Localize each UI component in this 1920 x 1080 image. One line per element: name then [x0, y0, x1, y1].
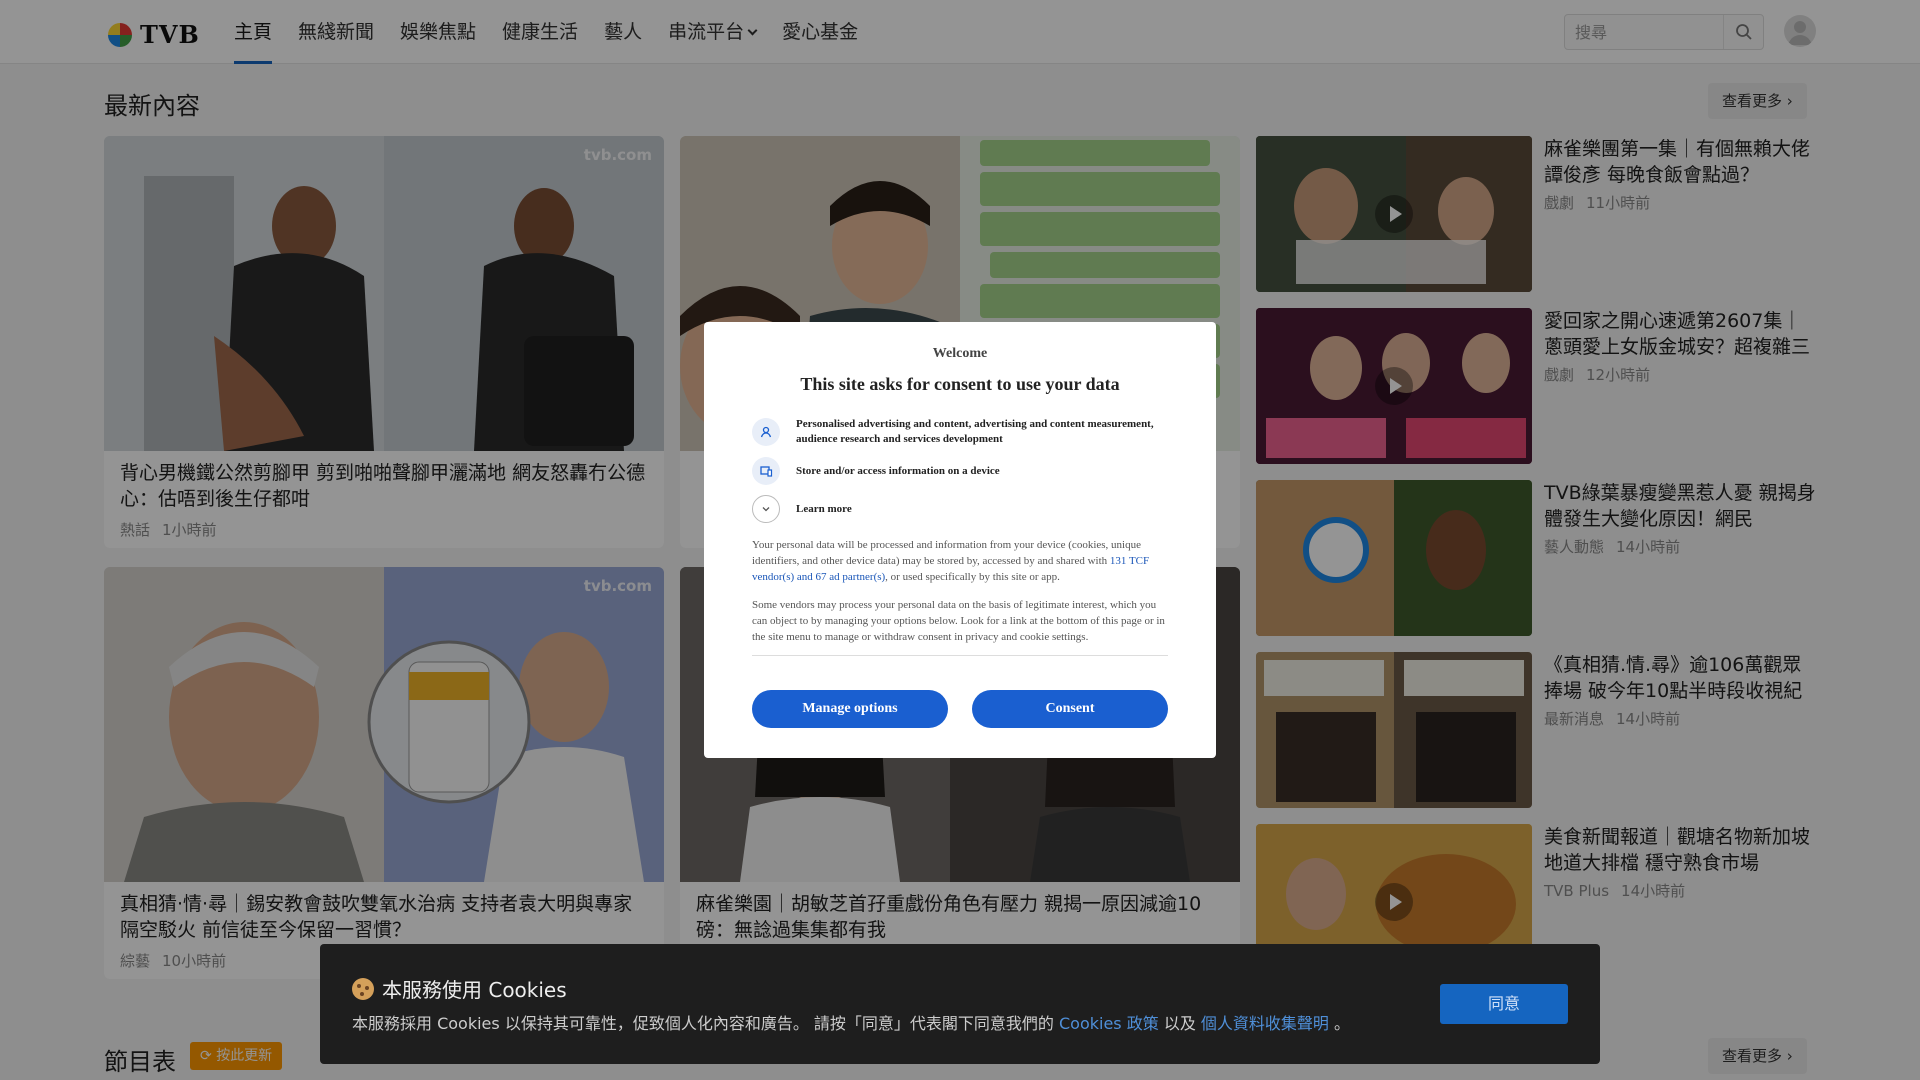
consent-welcome: Welcome [932, 346, 988, 361]
consent-dialog: Welcome This site asks for consent to us… [704, 322, 1216, 758]
cookie-banner: 本服務使用 Cookies 本服務採用 Cookies 以保持其可靠性，促致個人… [320, 944, 1600, 1064]
cookie-banner-title: 本服務使用 Cookies [352, 974, 567, 1003]
consent-purpose: Store and/or access information on a dev… [752, 457, 1168, 485]
cookies-policy-link[interactable]: Cookies 政策 [1059, 1014, 1159, 1033]
learn-more-label: Learn more [796, 502, 852, 515]
user-icon [752, 418, 780, 446]
consent-purpose-text: Store and/or access information on a dev… [796, 464, 1000, 477]
cookie-text-part: 。 [1328, 1014, 1351, 1033]
consent-purpose-text: Personalised advertising and content, ad… [796, 418, 1154, 445]
consent-button[interactable]: Consent [972, 690, 1168, 728]
cookie-text: 本服務採用 Cookies 以保持其可靠性，促致個人化內容和廣告。 請按「同意」… [352, 1010, 1350, 1034]
consent-paragraph: Some vendors may process your personal d… [752, 599, 1165, 643]
para-text: Your personal data will be processed and… [752, 539, 1141, 567]
consent-purpose: Personalised advertising and content, ad… [752, 417, 1168, 447]
device-icon [752, 457, 780, 485]
learn-more-toggle[interactable]: Learn more [752, 495, 1168, 523]
cookie-text-part: 本服務採用 Cookies 以保持其可靠性，促致個人化內容和廣告。 請按「同意」… [352, 1014, 1059, 1033]
divider [752, 655, 1168, 656]
chevron-down-icon [752, 495, 780, 523]
cookie-text-part: 以及 [1158, 1014, 1201, 1033]
para-text: , or used specifically by this site or a… [885, 571, 1060, 583]
privacy-statement-link[interactable]: 個人資料收集聲明 [1201, 1014, 1329, 1033]
cookie-icon [352, 977, 374, 1000]
manage-options-button[interactable]: Manage options [752, 690, 948, 728]
consent-paragraph: Your personal data will be processed and… [752, 537, 1168, 585]
consent-title: This site asks for consent to use your d… [800, 374, 1120, 394]
consent-buttons: Manage options Consent [752, 690, 1168, 728]
cookie-agree-button[interactable]: 同意 [1440, 984, 1568, 1024]
cookie-title-text: 本服務使用 Cookies [382, 978, 567, 1002]
